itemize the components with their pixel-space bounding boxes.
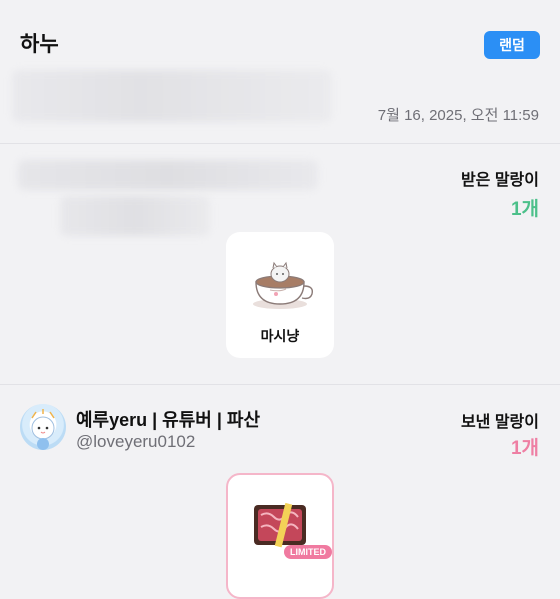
sent-count: 1개 (510, 438, 539, 459)
blurred-profile (18, 160, 318, 190)
page-title: 하누 (20, 33, 59, 56)
received-gift-name: 마시냥 (260, 328, 300, 344)
blurred-handle (60, 196, 210, 236)
timestamp: 7월 16, 2025, 오전 11:59 (377, 107, 539, 124)
sent-gift-card[interactable]: LIMITED (226, 473, 334, 599)
sent-label: 보낸 말랑이 (460, 414, 539, 431)
blurred-message (12, 70, 332, 122)
random-button[interactable]: 랜덤 (484, 31, 540, 59)
limited-badge: LIMITED (284, 545, 332, 559)
sender-handle[interactable]: @loveyeru0102 (76, 432, 195, 452)
sender-avatar-icon (31, 409, 55, 450)
received-card: 받은 말랑이 1개 마시냥 (0, 144, 560, 384)
received-gift-card[interactable]: 마시냥 (226, 232, 334, 358)
teacup-cat-icon (253, 261, 314, 309)
sender-avatar[interactable] (20, 404, 66, 450)
sender-name[interactable]: 예루yeru | 유튜버 | 파산 (76, 406, 260, 432)
received-count: 1개 (510, 199, 539, 220)
received-label: 받은 말랑이 (460, 172, 539, 189)
header-card: 하누 랜덤 7월 16, 2025, 오전 11:59 (0, 0, 560, 144)
divider (0, 384, 560, 385)
